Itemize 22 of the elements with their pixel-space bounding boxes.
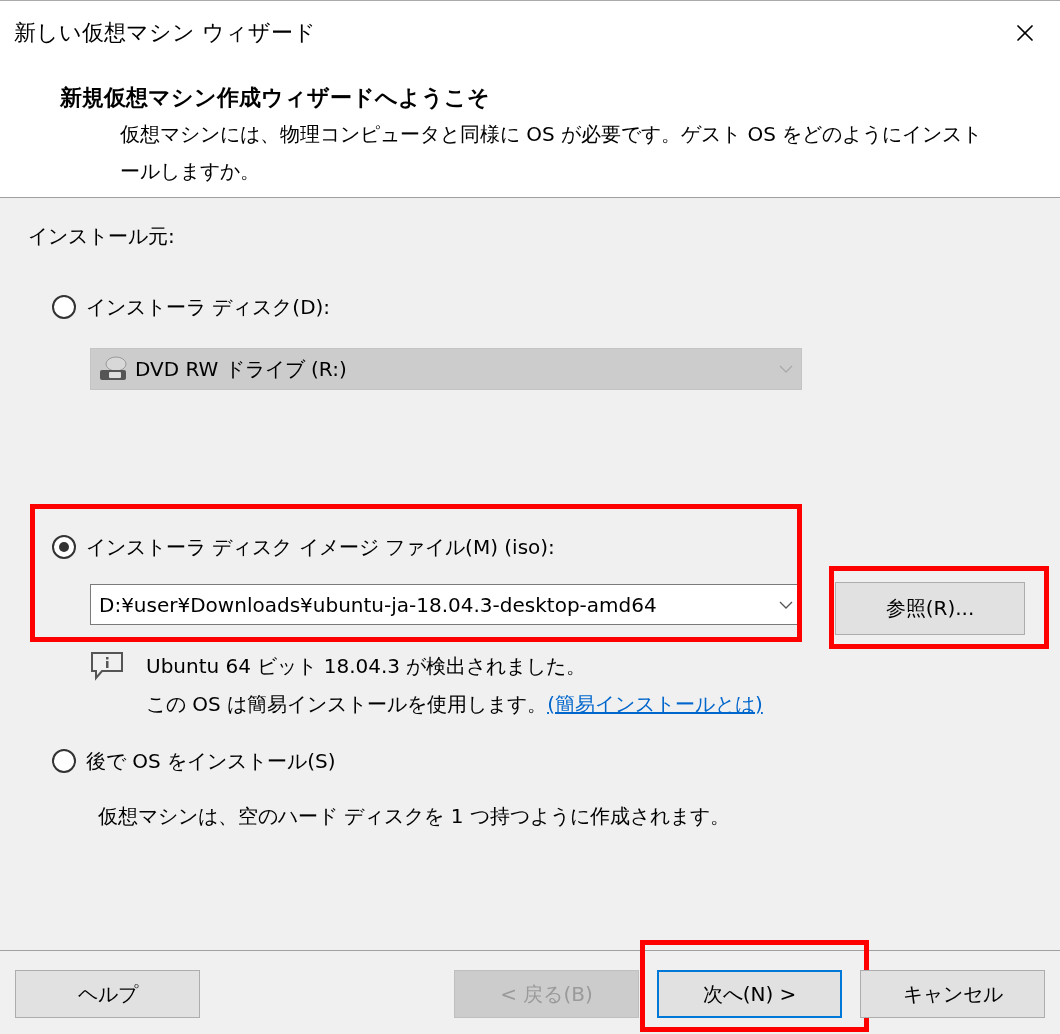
wizard-heading: 新規仮想マシン作成ウィザードへようこそ [60,84,491,112]
radio-button[interactable] [52,535,76,559]
radio-option[interactable]: インストーラ ディスク イメージ ファイル(M) (iso): [52,529,802,565]
help-link[interactable]: (簡易インストールとは) [547,692,763,716]
dialog-button[interactable]: キャンセル [860,970,1045,1018]
chevron-icon [779,365,793,373]
install-source-label: インストール元: [28,223,176,250]
window-title: 新しい仮想マシン ウィザード [14,18,316,47]
wizard-description: 仮想マシンには、物理コンピュータと同様に OS が必要です。ゲスト OS をどのようにインストールしますか。 [120,121,984,185]
info-icon [90,651,124,681]
option-description: 仮想マシンは、空のハード ディスクを 1 つ持つように作成されます。 [98,803,731,830]
chevron-icon [779,600,793,609]
easy-install-note: この OS は簡易インストールを使用します。 [146,692,548,716]
dialog-button[interactable]: ヘルプ [15,970,200,1018]
radio-option[interactable]: 後で OS をインストール(S) [52,743,802,779]
radio-option[interactable]: インストーラ ディスク(D): [52,289,802,325]
dvd-drive-icon [99,356,129,382]
dialog-button[interactable]: 次へ(N) > [657,970,842,1018]
browse-button[interactable]: 参照(R)... [835,582,1025,635]
radio-button[interactable] [52,295,76,319]
detection-message: Ubuntu 64 ビット 18.04.3 が検出されました。 [146,653,588,680]
radio-button[interactable] [52,749,76,773]
